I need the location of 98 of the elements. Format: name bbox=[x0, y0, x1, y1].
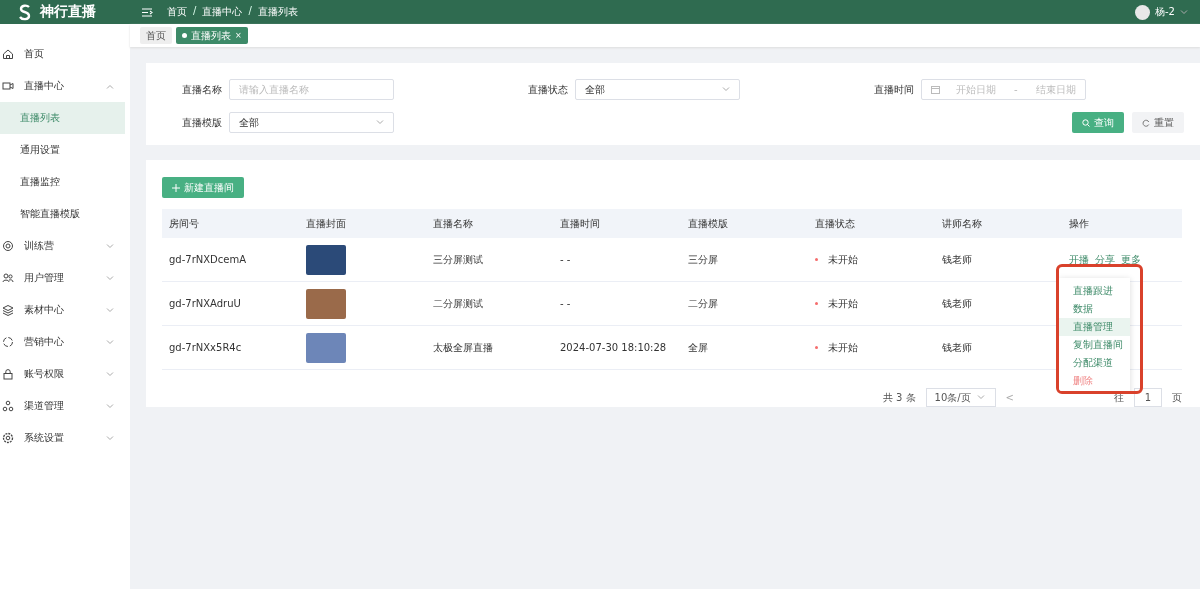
breadcrumb-item[interactable]: 直播中心 bbox=[202, 5, 243, 19]
lock-icon bbox=[2, 368, 14, 380]
menu-item[interactable]: 复制直播间 bbox=[1059, 336, 1130, 354]
sidebar-item[interactable]: 首页 bbox=[0, 38, 130, 70]
calendar-icon bbox=[931, 85, 940, 94]
column-header: 直播封面 bbox=[299, 209, 426, 238]
sidebar-subitem[interactable]: 智能直播模版 bbox=[0, 198, 125, 230]
sidebar-subitem[interactable]: 直播列表 bbox=[0, 102, 125, 134]
chevron-icon bbox=[106, 403, 114, 409]
chevron-icon bbox=[722, 87, 730, 92]
photo-placeholder bbox=[306, 332, 346, 363]
live-time: - - bbox=[560, 298, 571, 309]
target-icon bbox=[2, 240, 14, 252]
column-header: 讲师名称 bbox=[935, 209, 1062, 238]
select-field[interactable]: 全部 bbox=[575, 79, 740, 100]
chevron-icon bbox=[106, 435, 114, 441]
menu-icon[interactable] bbox=[142, 7, 153, 17]
column-header: 直播模版 bbox=[681, 209, 808, 238]
menu-item[interactable]: 分配渠道 bbox=[1059, 354, 1130, 372]
column-header: 房间号 bbox=[162, 209, 299, 238]
sidebar-item[interactable]: 素材中心 bbox=[0, 294, 130, 326]
page-input-field[interactable]: 1 bbox=[1134, 388, 1162, 407]
plus-icon bbox=[172, 183, 180, 192]
room-id: gd-7rNXx5R4c bbox=[169, 342, 242, 353]
sidebar-subitem[interactable]: 通用设置 bbox=[0, 134, 125, 166]
template-name: 三分屏 bbox=[688, 253, 718, 265]
chevron-icon bbox=[106, 275, 114, 281]
menu-item[interactable]: 数据 bbox=[1059, 300, 1130, 318]
select-field[interactable]: 全部 bbox=[229, 112, 394, 133]
search-icon bbox=[1082, 118, 1090, 127]
reset-button[interactable]: 重置 bbox=[1132, 112, 1184, 133]
column-header: 直播名称 bbox=[426, 209, 553, 238]
page-size-select[interactable]: 10条/页 bbox=[925, 388, 996, 407]
user-name[interactable]: 杨-2 bbox=[1155, 5, 1175, 19]
column-header: 直播状态 bbox=[808, 209, 935, 238]
live-time: - - bbox=[560, 254, 571, 265]
chevron-icon bbox=[106, 243, 114, 249]
chevron-icon bbox=[106, 83, 114, 89]
status-text: 未开始 bbox=[828, 252, 858, 267]
sidebar-item[interactable]: 账号权限 bbox=[0, 358, 130, 390]
ring-icon bbox=[2, 336, 14, 348]
chevron-icon bbox=[376, 120, 384, 125]
action-link[interactable]: 分享 bbox=[1095, 252, 1115, 267]
filter-label: 直播状态 bbox=[528, 82, 566, 97]
sidebar-subitem[interactable]: 直播监控 bbox=[0, 166, 125, 198]
avatar-icon[interactable] bbox=[1135, 4, 1150, 20]
sidebar-item[interactable]: 系统设置 bbox=[0, 422, 130, 454]
users-icon bbox=[2, 272, 14, 284]
status-text: 未开始 bbox=[828, 296, 858, 311]
lecturer-name: 钱老师 bbox=[942, 341, 972, 353]
live-time: 2024-07-30 18:10:28 bbox=[560, 342, 667, 353]
filter-label: 直播模版 bbox=[182, 115, 220, 130]
menu-item[interactable]: 直播跟进 bbox=[1059, 282, 1130, 300]
photo-placeholder bbox=[306, 288, 346, 319]
layers-icon bbox=[2, 304, 14, 316]
breadcrumb-separator: / bbox=[248, 5, 252, 18]
action-link[interactable]: 开播 bbox=[1069, 252, 1089, 267]
live-name: 二分屏测试 bbox=[433, 297, 483, 309]
column-header: 操作 bbox=[1062, 209, 1182, 238]
breadcrumb-item[interactable]: 直播列表 bbox=[257, 5, 298, 19]
chevron-icon bbox=[1180, 9, 1188, 15]
chevron-icon bbox=[106, 339, 114, 345]
page-tab[interactable]: 直播列表 × bbox=[176, 27, 248, 44]
room-id: gd-7rNXDcemA bbox=[169, 254, 247, 265]
breadcrumb-separator: / bbox=[193, 5, 197, 18]
home-icon bbox=[2, 48, 14, 60]
filter-label: 直播名称 bbox=[182, 82, 220, 97]
column-header: 直播时间 bbox=[553, 209, 681, 238]
refresh-icon bbox=[1142, 118, 1150, 127]
photo-placeholder bbox=[306, 244, 346, 275]
chevron-icon bbox=[106, 307, 114, 313]
app-title: 神行直播 bbox=[40, 3, 96, 21]
sidebar-item[interactable]: 营销中心 bbox=[0, 326, 130, 358]
lecturer-name: 钱老师 bbox=[942, 253, 972, 265]
sidebar-item[interactable]: 渠道管理 bbox=[0, 390, 130, 422]
page-suffix: 页 bbox=[1172, 390, 1182, 405]
settings-icon bbox=[2, 432, 14, 444]
nodes-icon bbox=[2, 400, 14, 412]
sidebar-item[interactable]: 直播中心 bbox=[0, 70, 130, 102]
menu-item[interactable]: 直播管理 bbox=[1059, 318, 1130, 336]
sidebar-item[interactable]: 用户管理 bbox=[0, 262, 130, 294]
room-id: gd-7rNXAdruU bbox=[169, 298, 241, 309]
total-count: 共 3 条 bbox=[882, 390, 916, 405]
chevron-icon bbox=[976, 395, 985, 400]
filter-label: 直播时间 bbox=[874, 82, 912, 97]
chevron-icon bbox=[106, 371, 114, 377]
template-name: 全屏 bbox=[688, 341, 708, 353]
live-name: 太极全屏直播 bbox=[433, 341, 493, 353]
video-icon bbox=[2, 80, 14, 92]
sidebar-item[interactable]: 训练营 bbox=[0, 230, 130, 262]
logo-icon bbox=[18, 3, 32, 21]
action-link[interactable]: 更多 bbox=[1121, 252, 1141, 267]
live-name: 三分屏测试 bbox=[433, 253, 483, 265]
page-tab[interactable]: 首页 bbox=[140, 27, 172, 44]
template-name: 二分屏 bbox=[688, 297, 718, 309]
breadcrumb-item[interactable]: 首页 bbox=[167, 5, 187, 19]
status-text: 未开始 bbox=[828, 340, 858, 355]
lecturer-name: 钱老师 bbox=[942, 297, 972, 309]
